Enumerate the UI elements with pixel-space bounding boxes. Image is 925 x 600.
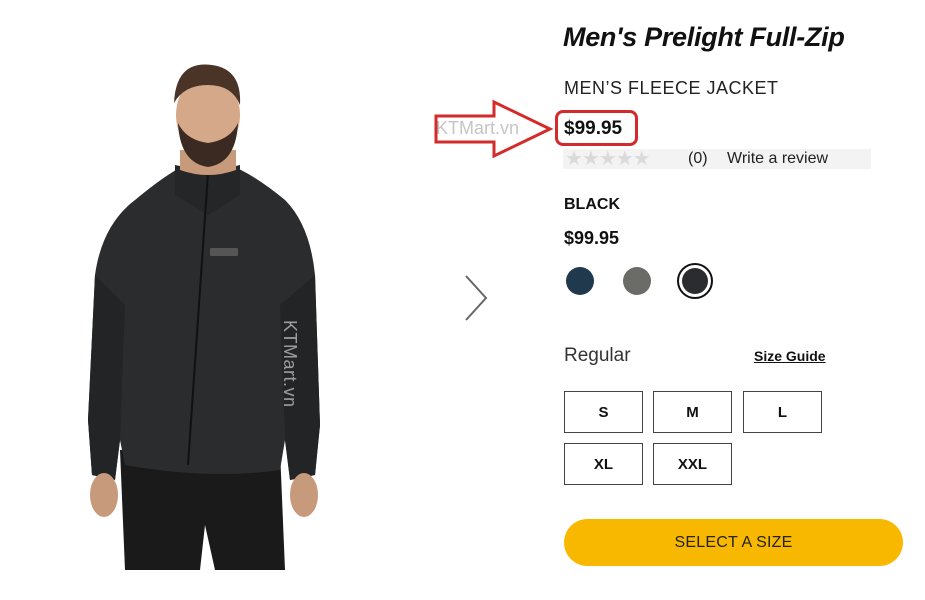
color-swatch-black (682, 268, 708, 294)
size-button-xl[interactable]: XL (564, 443, 643, 485)
color-swatch-grey[interactable] (623, 267, 651, 295)
fit-label: Regular (564, 345, 631, 366)
color-swatch-navy[interactable] (566, 267, 594, 295)
rating-row: ★★★★★ (0) Write a review (563, 149, 871, 169)
color-swatch-black-selected[interactable] (677, 263, 713, 299)
next-image-arrow-icon[interactable] (460, 272, 492, 324)
product-subtitle: MEN’S FLEECE JACKET (564, 78, 779, 98)
size-button-s[interactable]: S (564, 391, 643, 433)
size-button-m[interactable]: M (653, 391, 732, 433)
size-guide-link[interactable]: Size Guide (754, 348, 826, 364)
watermark-horizontal: KTMart.vn (436, 118, 520, 138)
review-count: (0) (688, 150, 708, 167)
size-button-l[interactable]: L (743, 391, 822, 433)
product-title: Men's Prelight Full-Zip (563, 22, 845, 52)
watermark-vertical: KTMart.vn (280, 320, 300, 408)
selected-color-name: BLACK (564, 196, 620, 213)
select-size-button[interactable]: SELECT A SIZE (564, 519, 903, 566)
product-price: $99.95 (564, 118, 623, 139)
rating-stars-icon: ★★★★★ (565, 148, 651, 170)
product-image (88, 64, 320, 570)
write-review-link[interactable]: Write a review (727, 150, 828, 168)
size-button-xxl[interactable]: XXL (653, 443, 732, 485)
variant-price: $99.95 (564, 228, 620, 248)
